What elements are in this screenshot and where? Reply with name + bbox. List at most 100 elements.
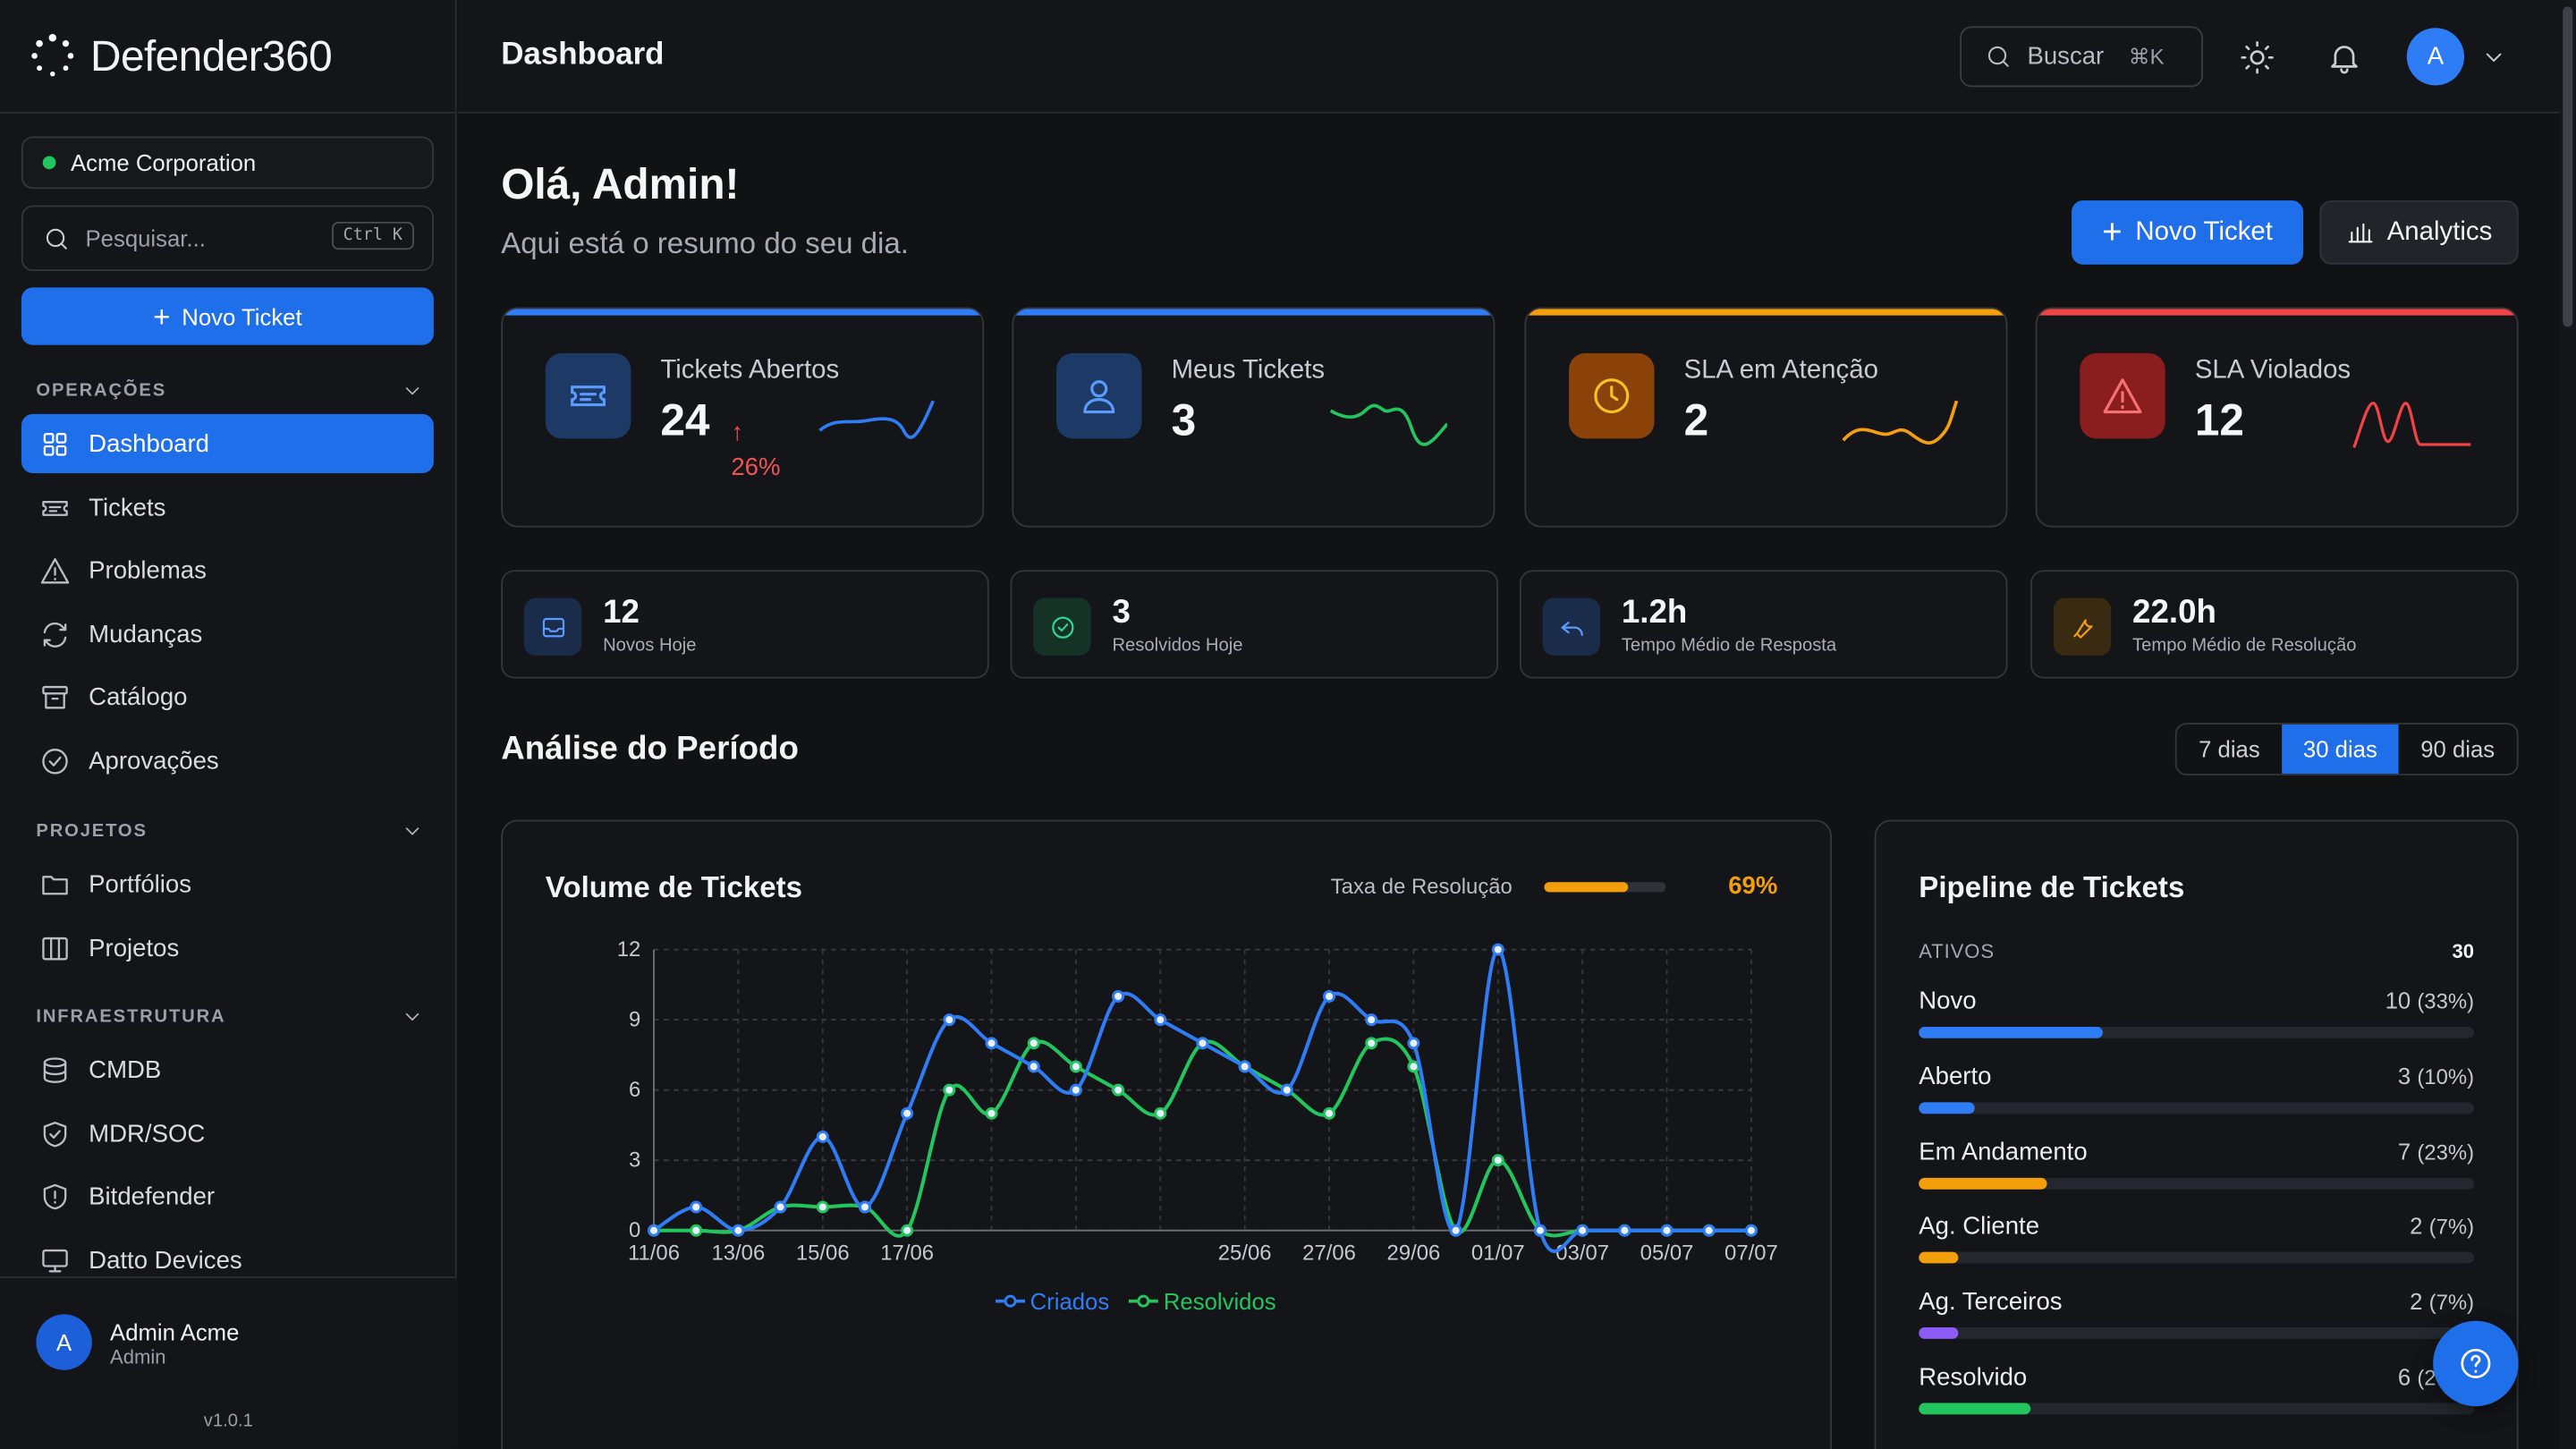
chevron-down-icon[interactable] [2480,45,2506,71]
kpi-label: SLA em Atenção [1683,356,1878,385]
data-point[interactable] [690,1200,703,1214]
scrollbar-thumb[interactable] [2563,6,2573,327]
chart-legend: Criados Resolvidos [996,1288,1276,1314]
data-point[interactable] [1744,1224,1758,1237]
data-point[interactable] [1280,1083,1293,1097]
data-point[interactable] [1154,1106,1167,1120]
section-projetos[interactable]: PROJETOS [36,820,423,843]
data-point[interactable] [1196,1037,1209,1050]
kpi-card-sla-violados[interactable]: SLA Violados 12 [2035,307,2519,528]
sidebar-search-input[interactable]: Pesquisar... Ctrl K [21,205,434,272]
pipeline-row[interactable]: Resolvido6 (20%) [1919,1363,2475,1422]
pipeline-row[interactable]: Ag. Terceiros 2 (7%) [1919,1288,2475,1347]
data-point[interactable] [1491,1154,1504,1167]
button-label: Analytics [2386,217,2493,246]
data-point[interactable] [732,1224,745,1237]
data-point[interactable] [1618,1224,1631,1237]
data-point[interactable] [1449,1224,1462,1237]
help-button[interactable] [2433,1320,2519,1407]
period-7-dias[interactable]: 7 dias [2177,724,2283,774]
pipeline-row[interactable]: Novo 10 (33%) [1919,987,2475,1046]
pipeline-bar-fill [1919,1177,2047,1190]
data-point[interactable] [1407,1060,1420,1073]
period-90-dias[interactable]: 90 dias [2399,724,2517,774]
new-ticket-button[interactable]: + Novo Ticket [2072,200,2304,265]
data-point[interactable] [1323,1106,1336,1120]
user-profile[interactable]: A Admin Acme Admin v1.0.1 [0,1276,457,1449]
user-avatar-button[interactable]: A [2406,28,2465,86]
legend-item-criados[interactable]: Criados [996,1288,1109,1314]
bell-icon[interactable] [2326,39,2362,75]
data-point[interactable] [901,1224,914,1237]
data-point[interactable] [1576,1224,1589,1237]
stat-card-resolvidos-hoje[interactable]: 3 Resolvidos Hoje [1010,570,1499,679]
data-point[interactable] [648,1224,660,1237]
data-point[interactable] [1112,989,1125,1003]
kpi-icon-box [1055,352,1142,439]
section-infraestrutura[interactable]: INFRAESTRUTURA [36,1005,423,1029]
sidebar-item-problemas[interactable]: Problemas [21,540,434,599]
data-point[interactable] [1407,1037,1420,1050]
sidebar-item-mudancas[interactable]: Mudanças [21,605,434,664]
period-30-dias[interactable]: 30 dias [2282,724,2399,775]
search-shortcut: Ctrl K [331,221,414,250]
data-point[interactable] [1238,1060,1251,1073]
sidebar-item-catalogo[interactable]: Catálogo [21,667,434,726]
sun-icon[interactable] [2239,39,2275,75]
data-point[interactable] [1027,1037,1040,1050]
kpi-card-tickets-abertos[interactable]: Tickets Abertos 24 ↑ 26% [501,307,985,528]
data-point[interactable] [1069,1083,1082,1097]
section-operacoes[interactable]: OPERAÇÕES [36,379,423,402]
data-point[interactable] [690,1224,703,1237]
kpi-card-meus-tickets[interactable]: Meus Tickets 3 [1012,307,1496,528]
data-point[interactable] [1027,1060,1040,1073]
stat-card-novos-hoje[interactable]: 12 Novos Hoje [501,570,989,679]
data-point[interactable] [943,1013,956,1027]
data-point[interactable] [1491,943,1504,956]
sidebar-item-projetos[interactable]: Projetos [21,919,434,978]
chevron-down-icon [405,387,419,395]
data-point[interactable] [1069,1060,1082,1073]
pipeline-row[interactable]: Em Andamento 7 (23%) [1919,1138,2475,1197]
sidebar-new-ticket-button[interactable]: + Novo Ticket [21,287,434,345]
data-point[interactable] [943,1083,956,1097]
data-point[interactable] [1660,1224,1674,1237]
data-point[interactable] [858,1200,871,1214]
global-search-button[interactable]: Buscar ⌘K [1960,26,2204,88]
data-point[interactable] [1533,1224,1546,1237]
data-point[interactable] [1702,1224,1716,1237]
pipeline-row[interactable]: Aberto 3 (10%) [1919,1063,2475,1122]
sidebar-item-mdr-soc[interactable]: MDR/SOC [21,1104,434,1163]
data-point[interactable] [1112,1083,1125,1097]
kpi-card-sla-atencao[interactable]: SLA em Atenção 2 [1524,307,2008,528]
data-point[interactable] [1365,1037,1378,1050]
sidebar-item-dashboard[interactable]: Dashboard [21,413,434,473]
check-circle-icon [42,748,68,774]
stat-label: Tempo Médio de Resposta [1621,635,1837,656]
data-point[interactable] [1365,1013,1378,1027]
data-point[interactable] [774,1200,787,1214]
data-point[interactable] [985,1106,998,1120]
sidebar-item-portfolios[interactable]: Portfólios [21,854,434,913]
data-point[interactable] [901,1106,914,1120]
brand[interactable]: Defender360 [0,0,455,114]
pipeline-row[interactable]: Ag. Cliente 2 (7%) [1919,1213,2475,1272]
sparkline [1329,403,1448,446]
analytics-button[interactable]: Analytics [2319,200,2519,265]
sidebar-item-bitdefender[interactable]: Bitdefender [21,1166,434,1225]
data-point[interactable] [1154,1013,1167,1027]
data-point[interactable] [1323,989,1336,1003]
data-point[interactable] [985,1037,998,1050]
sidebar-item-cmdb[interactable]: CMDB [21,1040,434,1099]
sidebar-item-label: Portfólios [89,869,192,898]
sidebar-item-tickets[interactable]: Tickets [21,478,434,537]
y-tick-label: 12 [617,937,641,962]
stat-card-tempo-resolucao[interactable]: 22.0h Tempo Médio de Resolução [2030,570,2519,679]
data-point[interactable] [816,1131,829,1143]
stat-card-tempo-resposta[interactable]: 1.2h Tempo Médio de Resposta [1519,570,2008,679]
sparkline [1842,400,1959,445]
data-point[interactable] [816,1200,829,1214]
legend-item-resolvidos[interactable]: Resolvidos [1129,1288,1276,1314]
sidebar-item-aprovacoes[interactable]: Aprovações [21,731,434,790]
org-selector[interactable]: Acme Corporation [21,136,434,190]
